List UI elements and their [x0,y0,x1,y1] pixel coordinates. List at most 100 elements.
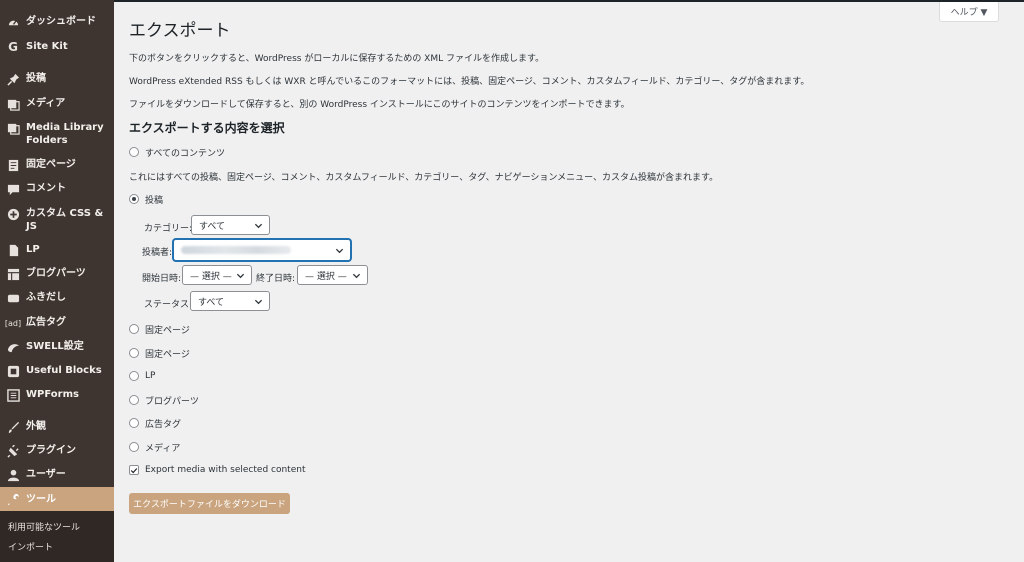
radio-button[interactable] [129,395,139,405]
menu-label: カスタム CSS & JS [26,208,104,232]
menu-fukidashi[interactable]: ふきだし [0,291,114,304]
checkbox-label: Export media with selected content [145,465,306,475]
menu-label: 外観 [26,421,46,432]
menu-label: ブログパーツ [26,268,86,279]
help-button[interactable]: ヘルプ ▼ [939,2,999,22]
radio-pages[interactable]: 固定ページ [129,322,190,336]
radio-button[interactable] [129,371,139,381]
page-title: エクスポート [129,21,231,41]
menu-wpforms[interactable]: WPForms [0,388,114,402]
menu-useful-blocks[interactable]: Useful Blocks [0,364,114,377]
category-select[interactable]: すべて [191,215,270,235]
export-media-option[interactable]: Export media with selected content [129,463,305,477]
end-date-select[interactable]: — 選択 — [297,265,368,285]
radio-blog-parts[interactable]: ブログパーツ [129,393,199,407]
menu-label: プラグイン [26,445,76,456]
menu-label: 投稿 [26,73,46,84]
menu-media-library-folders[interactable]: Media Library Folders [0,121,114,147]
all-content-description: これにはすべての投稿、固定ページ、コメント、カスタムフィールド、カテゴリー、タグ… [129,173,719,183]
menu-tools[interactable]: ツール [0,487,114,511]
chevron-down-icon [352,273,361,279]
radio-label: メディア [145,443,181,454]
menu-media[interactable]: メディア [0,97,114,111]
help-label: ヘルプ ▼ [950,8,988,18]
download-export-file-button[interactable]: エクスポートファイルをダウンロード [129,493,290,514]
menu-comments[interactable]: コメント [0,182,114,195]
intro-paragraph-2: WordPress eXtended RSS もしくは WXR と呼んでいるこの… [129,77,810,87]
menu-users[interactable]: ユーザー [0,468,114,481]
radio-button[interactable] [129,442,139,452]
radio-label: すべてのコンテンツ [145,148,226,159]
radio-label: LP [145,371,156,381]
radio-posts[interactable]: 投稿 [129,192,163,206]
checkmark-icon [130,467,138,473]
radio-button[interactable] [129,348,139,358]
menu-site-kit[interactable]: G Site Kit [0,40,114,53]
radio-pages-2[interactable]: 固定ページ [129,346,190,360]
wrench-icon [6,492,20,506]
document-icon [6,243,20,257]
menu-label: メディア [26,98,66,109]
status-label: ステータス: [144,300,193,310]
intro-paragraph-1: 下のボタンをクリックすると、WordPress がローカルに保存するための XM… [129,54,545,64]
author-value-redacted [181,246,291,254]
grid-icon [6,267,20,281]
pin-icon [6,72,20,86]
ad-icon: [ad] [4,318,22,328]
menu-label: 固定ページ [26,159,76,170]
menu-appearance[interactable]: 外観 [0,420,114,433]
radio-media[interactable]: メディア [129,440,180,454]
menu-dashboard[interactable]: ダッシュボード [0,15,114,28]
radio-label: 固定ページ [145,325,190,336]
radio-button[interactable] [129,147,139,157]
category-value: すべて [199,221,226,232]
menu-lp[interactable]: LP [0,243,114,256]
start-date-value: — 選択 — [190,271,232,282]
submenu-available-tools[interactable]: 利用可能なツール [8,520,80,533]
user-icon [6,468,20,482]
radio-label: 固定ページ [145,349,190,360]
menu-label: ふきだし [26,292,66,303]
menu-label: 広告タグ [26,317,66,328]
radio-label: 投稿 [145,195,164,206]
form-icon [6,388,20,402]
comment-icon [6,182,20,196]
start-date-label: 開始日時: [142,274,182,284]
author-select[interactable] [173,239,351,261]
author-label: 投稿者: [142,248,173,258]
menu-posts[interactable]: 投稿 [0,72,114,86]
end-date-value: — 選択 — [305,271,347,282]
admin-sidebar: ダッシュボード G Site Kit 投稿 メディア Media Library… [0,0,114,562]
submenu-import[interactable]: インポート [8,540,53,553]
radio-button-checked[interactable] [129,194,139,204]
menu-label: ダッシュボード [26,16,96,27]
menu-label: Site Kit [26,41,68,52]
menu-swell-settings[interactable]: SWELL設定 [0,340,114,353]
menu-label: コメント [26,183,66,194]
menu-label: Media Library Folders [26,122,104,146]
menu-pages[interactable]: 固定ページ [0,158,114,171]
menu-blog-parts[interactable]: ブログパーツ [0,267,114,280]
chevron-down-icon [254,223,263,229]
menu-label: LP [26,244,40,255]
menu-plugins[interactable]: プラグイン [0,444,114,458]
status-value: すべて [198,297,225,308]
intro-paragraph-3: ファイルをダウンロードして保存すると、別の WordPress インストールにこ… [129,100,630,110]
swell-icon [6,340,20,354]
folder-media-icon [6,121,20,135]
media-icon [6,97,20,111]
brush-icon [6,420,20,434]
radio-lp[interactable]: LP [129,369,155,383]
menu-custom-css-js[interactable]: カスタム CSS & JS [0,207,114,233]
radio-ad-tag[interactable]: 広告タグ [129,416,181,430]
menu-label: ツール [26,494,56,505]
status-select[interactable]: すべて [190,291,270,311]
radio-button[interactable] [129,324,139,334]
start-date-select[interactable]: — 選択 — [182,265,252,285]
menu-ad-tag[interactable]: [ad] 広告タグ [0,316,114,329]
radio-all-content[interactable]: すべてのコンテンツ [129,145,225,159]
radio-label: 広告タグ [145,419,182,430]
radio-button[interactable] [129,418,139,428]
export-media-checkbox[interactable] [129,465,139,475]
chevron-down-icon [254,299,263,305]
